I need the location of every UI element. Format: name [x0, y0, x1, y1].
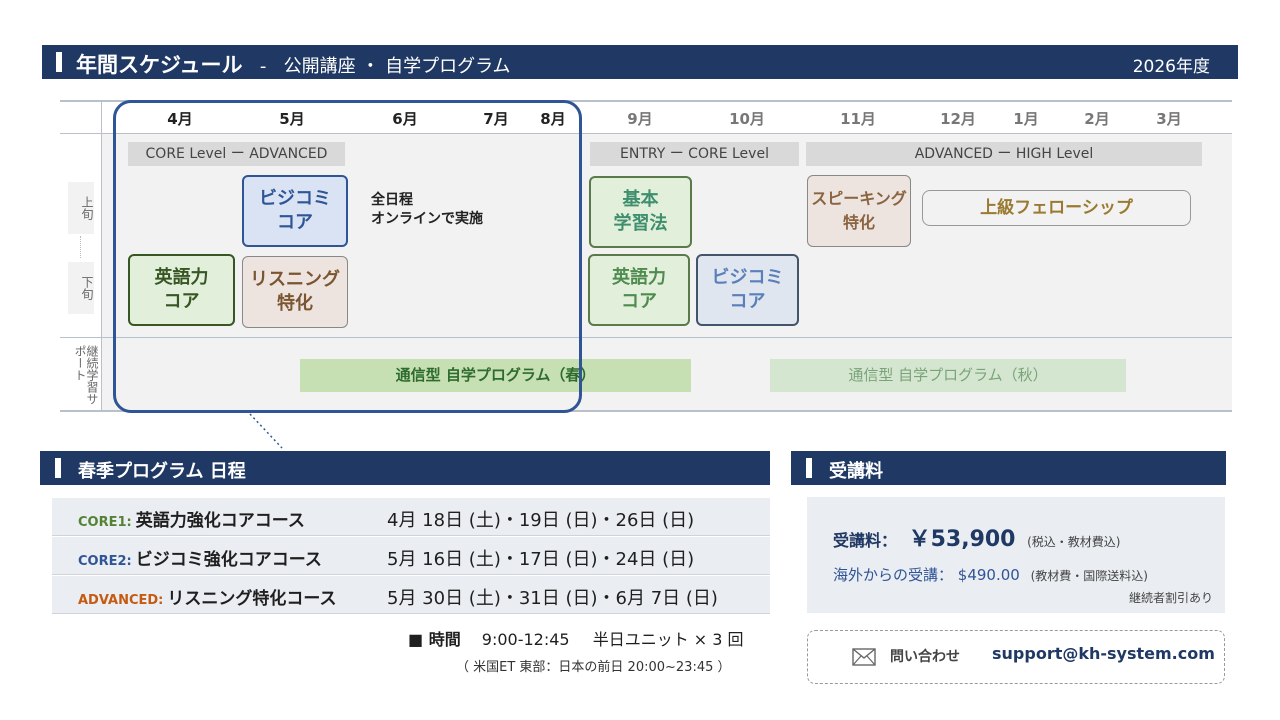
course-kihon[interactable]: 基本 学習法: [589, 176, 692, 248]
overseas-fee-line: 海外からの受講： $490.00 (教材費・国際送料込): [833, 564, 1148, 585]
time-zone-note: （ 米国ET 東部：日本の前日 20:00~23:45 ）: [456, 660, 731, 675]
course-title: ビジコミ強化コアコース: [135, 550, 322, 570]
row-label-upper: 上旬: [68, 182, 94, 234]
time-label: ■ 時間: [408, 630, 461, 649]
fee-label: 受講料：: [833, 531, 898, 550]
session-time: ■ 時間 9:00-12:45 半日ユニット × 3 回: [408, 626, 744, 650]
contact-box[interactable]: 問い合わせ support@kh-system.com: [807, 630, 1225, 684]
section-accent: [806, 458, 812, 478]
title-separator: -: [259, 56, 267, 77]
spring-section-title: 春季プログラム 日程: [78, 461, 246, 482]
mail-icon: [852, 648, 876, 666]
fee-amount: ￥53,900: [908, 527, 1016, 552]
course-tag: ADVANCED:: [78, 593, 164, 608]
course-dates: 4月 18日 (土)・19日 (日)・26日 (日): [387, 510, 695, 531]
month-label: 1月: [1013, 110, 1039, 128]
course-tag: CORE2:: [78, 554, 132, 569]
spring-section-bar: 春季プログラム 日程: [40, 451, 770, 485]
month-label: 9月: [627, 110, 653, 128]
time-unit: 半日ユニット × 3 回: [592, 630, 744, 649]
spring-highlight-frame: [113, 100, 582, 413]
month-label: 3月: [1156, 110, 1182, 128]
title-bar: 年間スケジュール - 公開講座 ・ 自学プログラム 2026年度: [42, 45, 1238, 79]
row-label-lower: 下旬: [68, 262, 94, 314]
overseas-note: (教材費・国際送料込): [1030, 569, 1148, 583]
fee-section-title: 受講料: [829, 461, 883, 482]
fiscal-year: 2026年度: [1132, 57, 1210, 77]
time-value: 9:00-12:45: [481, 630, 570, 649]
page-title: 年間スケジュール - 公開講座 ・ 自学プログラム: [76, 49, 511, 79]
course-name: ADVANCED: リスニング特化コース: [78, 584, 337, 609]
overseas-amount: $490.00: [957, 566, 1020, 584]
grid-divider-vertical: [101, 100, 102, 412]
course-title: リスニング特化コース: [167, 589, 337, 609]
level-bar-fall-entry: ENTRY ー CORE Level: [590, 142, 799, 166]
course-eigo-core-fall[interactable]: 英語力 コア: [588, 254, 690, 326]
level-bar-fall-advanced: ADVANCED ー HIGH Level: [806, 142, 1202, 166]
course-name: CORE1: 英語力強化コアコース: [78, 506, 305, 531]
row-label-connector: [80, 236, 81, 258]
title-text: 年間スケジュール: [76, 53, 243, 77]
schedule-row: ADVANCED: リスニング特化コース 5月 30日 (土)・31日 (日)・6…: [52, 576, 770, 614]
section-accent: [55, 458, 61, 478]
row-label-support: 継続学習サポート: [73, 345, 99, 405]
discount-note: 継続者割引あり: [1128, 591, 1213, 605]
course-dates: 5月 30日 (土)・31日 (日)・6月 7日 (日): [387, 588, 718, 609]
course-tag: CORE1:: [78, 515, 132, 530]
course-title: 英語力強化コアコース: [135, 511, 305, 531]
contact-email-link[interactable]: support@kh-system.com: [992, 644, 1215, 663]
course-fellowship[interactable]: 上級フェローシップ: [922, 190, 1191, 226]
contact-label: 問い合わせ: [890, 649, 960, 665]
title-subtitle: 公開講座 ・ 自学プログラム: [283, 56, 511, 77]
course-name: CORE2: ビジコミ強化コアコース: [78, 545, 322, 570]
title-accent: [56, 52, 62, 72]
schedule-row: CORE1: 英語力強化コアコース 4月 18日 (土)・19日 (日)・26日 …: [52, 498, 770, 536]
fee-section-bar: 受講料: [791, 451, 1226, 485]
course-bizcomi-core-fall[interactable]: ビジコミ コア: [696, 254, 799, 326]
fee-box: 受講料： ￥53,900 (税込・教材費込) 海外からの受講： $490.00 …: [807, 497, 1225, 613]
fee-line: 受講料： ￥53,900 (税込・教材費込): [833, 521, 1120, 553]
course-dates: 5月 16日 (土)・17日 (日)・24日 (日): [387, 549, 695, 570]
month-label: 12月: [940, 110, 976, 128]
month-label: 11月: [840, 110, 876, 128]
overseas-label: 海外からの受講：: [833, 566, 954, 584]
fee-note: (税込・教材費込): [1027, 535, 1121, 549]
schedule-row: CORE2: ビジコミ強化コアコース 5月 16日 (土)・17日 (日)・24日…: [52, 537, 770, 575]
correspondence-fall[interactable]: 通信型 自学プログラム（秋）: [770, 359, 1126, 392]
month-label: 10月: [729, 110, 765, 128]
month-label: 2月: [1084, 110, 1110, 128]
course-speaking[interactable]: スピーキング 特化: [807, 175, 911, 247]
highlight-connector: [249, 413, 283, 449]
